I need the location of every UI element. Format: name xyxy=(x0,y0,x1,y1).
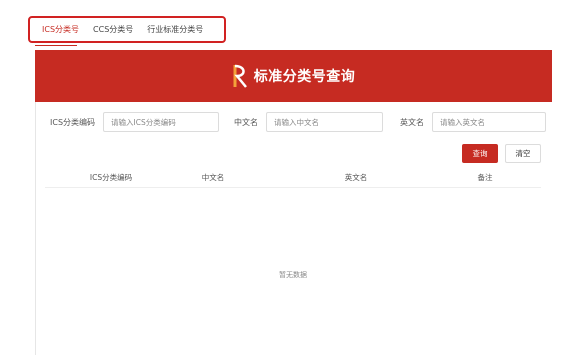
tab-ccs[interactable]: CCS分类号 xyxy=(93,24,133,35)
ics-code-label: ICS分类编码 xyxy=(50,117,96,127)
ics-field-group: ICS分类编码 xyxy=(50,111,220,133)
english-name-label: 英文名 xyxy=(400,117,424,127)
column-header-remarks: 备注 xyxy=(477,173,493,182)
results-table-header: ICS分类编码 中文名 英文名 备注 xyxy=(45,167,541,188)
query-button[interactable]: 查询 xyxy=(462,144,498,163)
clear-button[interactable]: 清空 xyxy=(505,144,541,163)
r-logo-icon xyxy=(232,63,250,89)
column-header-chinese-name: 中文名 xyxy=(201,173,225,182)
tab-bar: ICS分类号 CCS分类号 行业标准分类号 xyxy=(28,16,226,43)
ics-code-input[interactable] xyxy=(103,112,220,132)
en-field-group: 英文名 xyxy=(400,111,546,133)
empty-state-text: 暂无数据 xyxy=(279,271,307,279)
page-banner: 标准分类号查询 xyxy=(35,50,552,102)
english-name-input[interactable] xyxy=(432,112,546,132)
tab-ics[interactable]: ICS分类号 xyxy=(42,24,79,35)
column-header-ics-code: ICS分类编码 xyxy=(89,173,133,182)
cn-field-group: 中文名 xyxy=(234,111,383,133)
chinese-name-label: 中文名 xyxy=(234,117,258,127)
active-tab-indicator xyxy=(35,45,77,46)
chinese-name-input[interactable] xyxy=(266,112,383,132)
tab-industry[interactable]: 行业标准分类号 xyxy=(147,24,203,35)
page-title: 标准分类号查询 xyxy=(253,69,356,85)
column-header-english-name: 英文名 xyxy=(344,173,368,182)
